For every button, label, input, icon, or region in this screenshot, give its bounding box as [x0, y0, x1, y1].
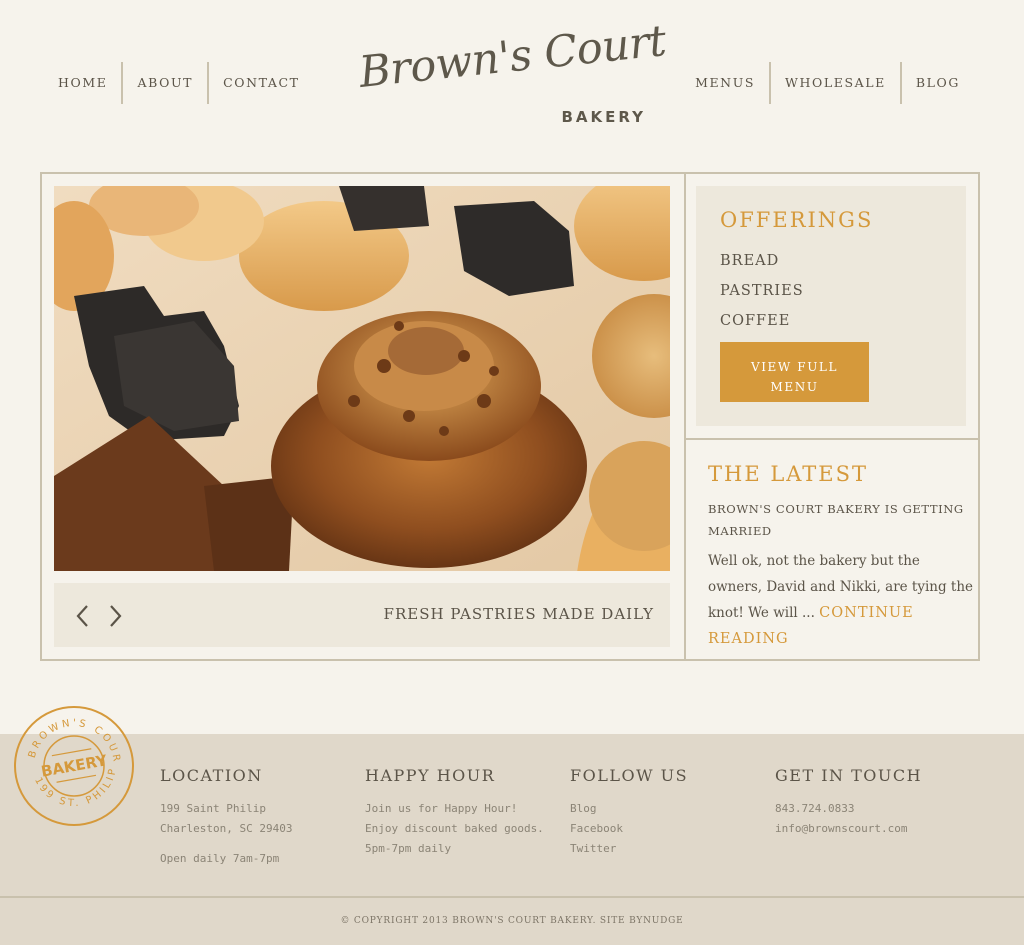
site-footer: BROWN'S COURT 199 ST. PHILIP BAKERY LOCA…	[0, 704, 1024, 945]
logo-subtitle: BAKERY	[561, 108, 646, 126]
copyright-text: © COPYRIGHT 2013 BROWN'S COURT BAKERY. S…	[340, 916, 684, 926]
bakery-stamp-logo: BROWN'S COURT 199 ST. PHILIP BAKERY	[12, 704, 134, 826]
follow-link-twitter[interactable]: Twitter	[570, 839, 770, 859]
footer-location: LOCATION 199 Saint Philip Charleston, SC…	[160, 766, 360, 869]
latest-title: THE LATEST	[708, 462, 869, 486]
frame-divider	[684, 174, 686, 659]
nav-wholesale[interactable]: WHOLESALE	[771, 62, 900, 104]
chevron-right-icon	[110, 605, 122, 627]
footer-contact: GET IN TOUCH 843.724.0833 info@brownscou…	[775, 766, 975, 839]
main-nav-right: MENUS WHOLESALE BLOG	[681, 62, 974, 104]
latest-post-excerpt: Well ok, not the bakery but the owners, …	[708, 548, 974, 652]
main-nav-left: HOME ABOUT CONTACT	[44, 62, 314, 104]
frame-divider	[684, 438, 980, 440]
footer-divider	[0, 896, 1024, 898]
slider-caption-bar: FRESH PASTRIES MADE DAILY	[54, 583, 670, 647]
email-link[interactable]: info@brownscourt.com	[775, 819, 975, 839]
pastries-photo	[54, 186, 670, 571]
offering-item-bread: BREAD	[720, 253, 780, 269]
footer-happy-hour-title: HAPPY HOUR	[365, 766, 496, 785]
phone-link[interactable]: 843.724.0833	[775, 799, 975, 819]
offerings-panel: OFFERINGS BREAD PASTRIES COFFEE VIEW FUL…	[696, 186, 966, 426]
footer-follow-title: FOLLOW US	[570, 766, 689, 785]
latest-post-title[interactable]: BROWN'S COURT BAKERY IS GETTING MARRIED	[708, 498, 974, 542]
latest-panel: THE LATEST BROWN'S COURT BAKERY IS GETTI…	[708, 462, 974, 652]
offering-item-coffee: COFFEE	[720, 313, 791, 329]
nav-home[interactable]: HOME	[44, 62, 121, 104]
address-line: 199 Saint Philip	[160, 802, 266, 815]
happy-hour-line: Enjoy discount baked goods.	[365, 822, 544, 835]
slider-prev-button[interactable]	[72, 603, 94, 629]
happy-hour-line: 5pm-7pm daily	[365, 842, 452, 855]
offering-item-pastries: PASTRIES	[720, 283, 804, 299]
chevron-left-icon	[76, 605, 88, 627]
nav-about[interactable]: ABOUT	[123, 62, 207, 104]
hours-line: Open daily 7am-7pm	[160, 852, 280, 865]
footer-location-title: LOCATION	[160, 766, 263, 785]
follow-link-blog[interactable]: Blog	[570, 799, 770, 819]
site-logo[interactable]: Brown's Court BAKERY	[357, 16, 668, 132]
footer-happy-hour: HAPPY HOUR Join us for Happy Hour! Enjoy…	[365, 766, 565, 859]
slider-image	[54, 186, 670, 571]
city-line: Charleston, SC 29403	[160, 822, 293, 835]
footer-follow: FOLLOW US Blog Facebook Twitter	[570, 766, 770, 859]
slider-caption: FRESH PASTRIES MADE DAILY	[383, 605, 654, 623]
stamp-center-text: BAKERY	[40, 751, 110, 780]
nav-contact[interactable]: CONTACT	[209, 62, 314, 104]
nav-blog[interactable]: BLOG	[902, 62, 974, 104]
button-label-line2: MENU	[770, 380, 819, 394]
logo-script: Brown's Court	[356, 16, 669, 99]
offerings-title: OFFERINGS	[720, 208, 874, 232]
slider-next-button[interactable]	[104, 603, 126, 629]
footer-contact-title: GET IN TOUCH	[775, 766, 923, 785]
button-label-line1: VIEW FULL	[750, 360, 839, 374]
view-full-menu-button[interactable]: VIEW FULL MENU	[720, 342, 869, 402]
nav-menus[interactable]: MENUS	[681, 62, 769, 104]
feature-frame: FRESH PASTRIES MADE DAILY OFFERINGS BREA…	[40, 172, 980, 661]
happy-hour-line: Join us for Happy Hour!	[365, 802, 518, 815]
follow-link-facebook[interactable]: Facebook	[570, 819, 770, 839]
